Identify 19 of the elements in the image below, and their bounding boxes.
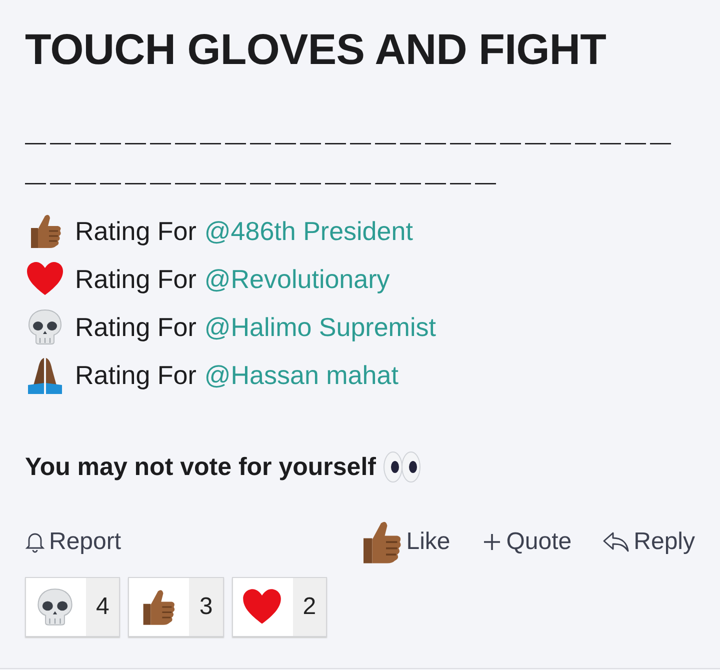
rating-label: Rating For bbox=[75, 360, 196, 390]
quote-button[interactable]: Quote bbox=[482, 528, 572, 556]
plus-icon bbox=[482, 532, 502, 552]
like-button[interactable]: Like bbox=[356, 517, 450, 567]
reaction-chip[interactable]: 4 bbox=[25, 577, 120, 637]
reaction-chip[interactable]: 3 bbox=[128, 577, 224, 637]
dash-divider-text: —————————————————————————— bbox=[25, 130, 675, 156]
praying-hands-icon bbox=[25, 355, 65, 395]
dash-divider-text: ——————————————————— bbox=[25, 170, 500, 196]
report-button[interactable]: Report bbox=[25, 528, 122, 556]
rating-label: Rating For bbox=[75, 216, 196, 246]
reaction-chip[interactable]: 2 bbox=[232, 577, 328, 637]
reply-arrow-icon bbox=[602, 531, 630, 553]
post-title: TOUCH GLOVES AND FIGHT bbox=[25, 26, 608, 75]
reply-button[interactable]: Reply bbox=[602, 528, 695, 556]
rating-label: Rating For bbox=[75, 264, 196, 294]
rating-label: Rating For bbox=[75, 312, 196, 342]
note-text: You may not vote for yourself bbox=[25, 452, 376, 482]
bell-icon bbox=[25, 531, 45, 553]
